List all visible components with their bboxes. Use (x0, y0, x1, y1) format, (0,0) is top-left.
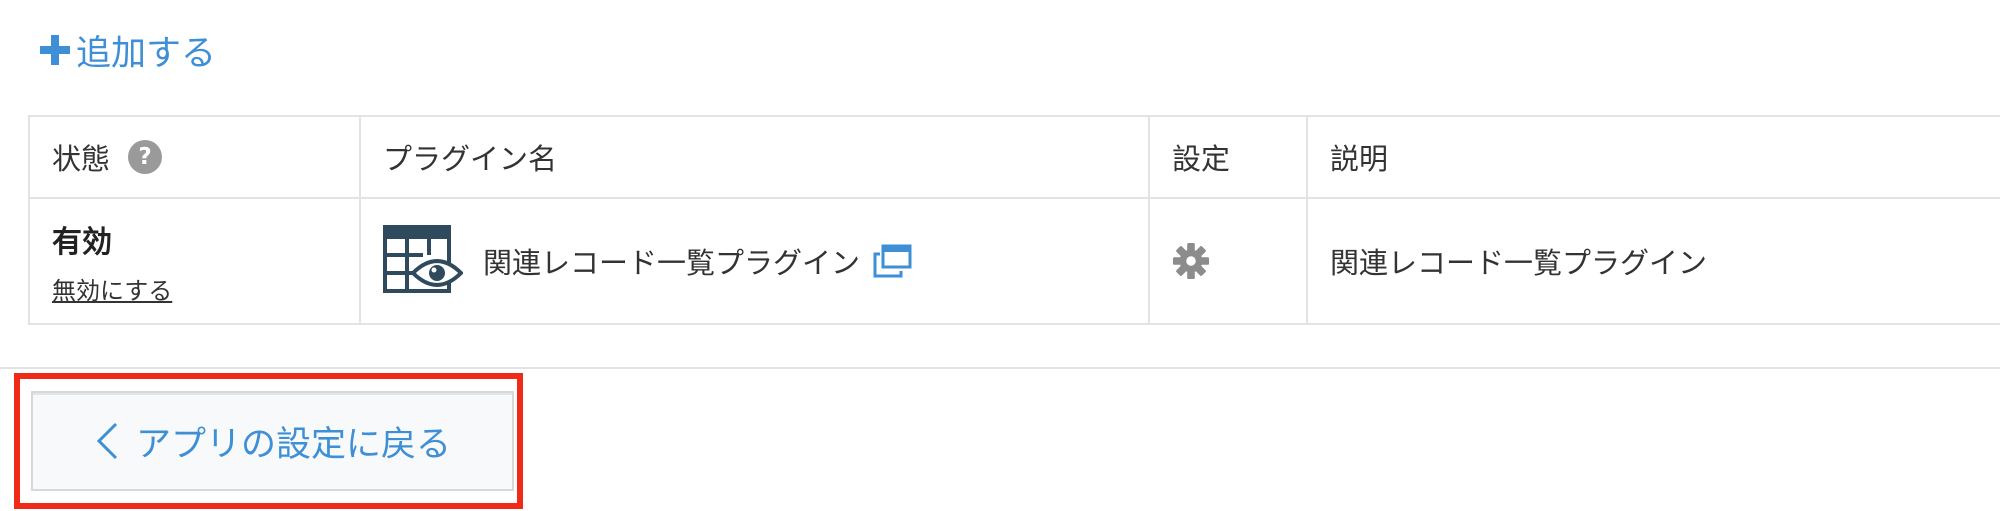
header-description: 説明 (1306, 115, 2000, 199)
header-plugin-name: プラグイン名 (359, 115, 1150, 199)
plugin-name-cell: 関連レコード一覧プラグイン (359, 197, 1150, 325)
description-cell: 関連レコード一覧プラグイン (1306, 197, 2000, 325)
back-button-label: アプリの設定に戻る (135, 424, 451, 465)
table-row: 有効 無効にする 関連レコード一覧プラグイン 関連レコード一覧プラグイン (28, 197, 2000, 325)
help-icon[interactable]: ? (128, 140, 163, 174)
setting-cell (1148, 197, 1308, 325)
new-window-icon[interactable] (872, 244, 912, 278)
plugin-table: 状態 ? プラグイン名 設定 説明 有効 無効にする 関連レコード一覧プラグイン… (28, 115, 2000, 325)
disable-plugin-link[interactable]: 無効にする (52, 277, 172, 305)
header-setting: 設定 (1148, 115, 1308, 199)
back-to-app-settings-button[interactable]: アプリの設定に戻る (31, 391, 514, 491)
add-plugin-link[interactable]: 追加する (38, 22, 216, 78)
header-status-label: 状態 (52, 142, 111, 176)
table-header-row: 状態 ? プラグイン名 設定 説明 (28, 115, 2000, 199)
status-cell: 有効 無効にする (28, 197, 361, 325)
header-status: 状態 ? (28, 115, 361, 199)
footer-divider (0, 367, 2000, 369)
gear-icon[interactable] (1172, 242, 1210, 280)
plugin-name-link[interactable]: 関連レコード一覧プラグイン (483, 240, 860, 282)
chevron-left-icon (96, 422, 118, 460)
add-plugin-label: 追加する (76, 33, 217, 74)
plus-icon (40, 35, 70, 65)
status-active-label: 有効 (52, 224, 112, 260)
table-view-icon (383, 225, 463, 293)
